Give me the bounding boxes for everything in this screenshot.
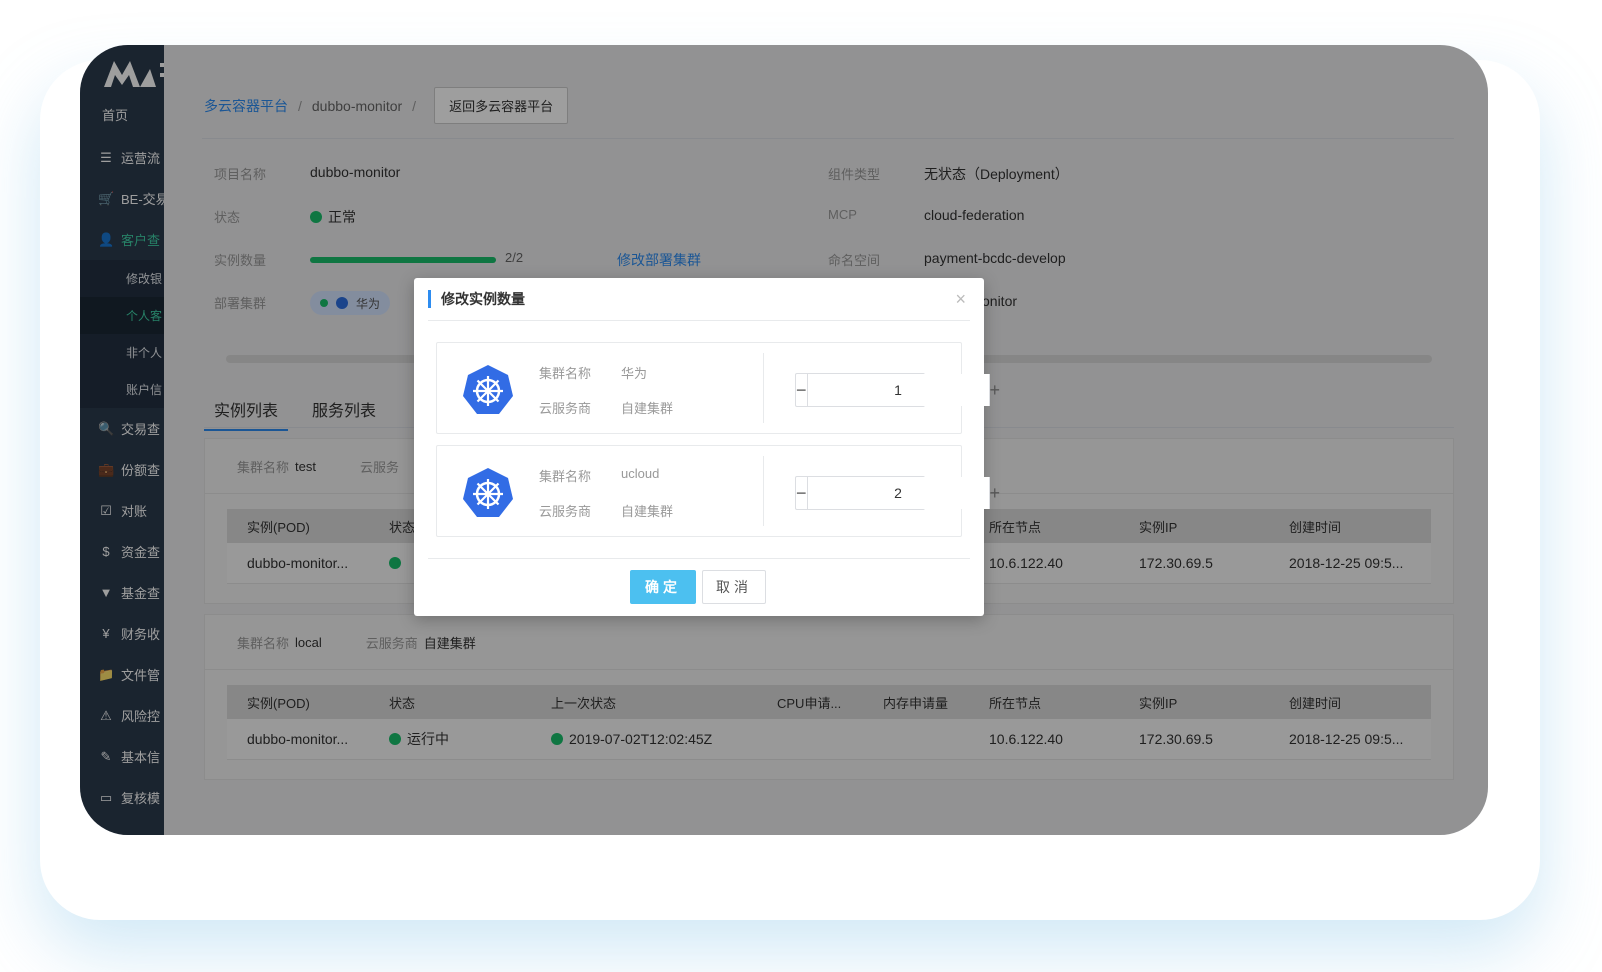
decrement-button[interactable]: −	[796, 477, 808, 509]
cluster-name-label: 集群名称	[539, 366, 592, 381]
cluster-row-huawei: 集群名称 华为 云服务商 自建集群 − +	[436, 342, 1000, 434]
instance-count-stepper: − +	[795, 476, 1000, 510]
instance-count-stepper: − +	[795, 373, 1000, 407]
cluster-row-ucloud: 集群名称 ucloud 云服务商 自建集群 − +	[436, 445, 1000, 537]
cluster-name-value: 华为	[621, 366, 648, 381]
vertical-divider	[763, 353, 764, 423]
kubernetes-icon	[463, 468, 513, 517]
cluster-provider-value: 自建集群	[621, 401, 674, 416]
instance-count-input[interactable]	[807, 477, 989, 509]
dialog-title: 修改实例数量	[428, 290, 525, 308]
decrement-button[interactable]: −	[796, 374, 808, 406]
dialog-footer-divider	[428, 558, 970, 559]
confirm-button[interactable]: 确定	[630, 570, 696, 604]
dialog-divider	[428, 320, 970, 321]
cluster-provider-value: 自建集群	[621, 504, 674, 519]
modify-instances-dialog: 修改实例数量 × 集群名称 华为 云服务商 自建集群 − +	[414, 278, 1000, 616]
cluster-name-label: 集群名称	[539, 469, 592, 484]
close-icon[interactable]: ×	[955, 290, 966, 308]
cluster-name-value: ucloud	[621, 466, 660, 481]
vertical-divider	[763, 456, 764, 526]
cluster-provider-label: 云服务商	[539, 504, 592, 519]
instance-count-input[interactable]	[807, 374, 989, 406]
cancel-button[interactable]: 取消	[702, 570, 766, 604]
kubernetes-icon	[463, 365, 513, 414]
increment-button[interactable]: +	[988, 477, 1000, 509]
cluster-provider-label: 云服务商	[539, 401, 592, 416]
increment-button[interactable]: +	[988, 374, 1000, 406]
